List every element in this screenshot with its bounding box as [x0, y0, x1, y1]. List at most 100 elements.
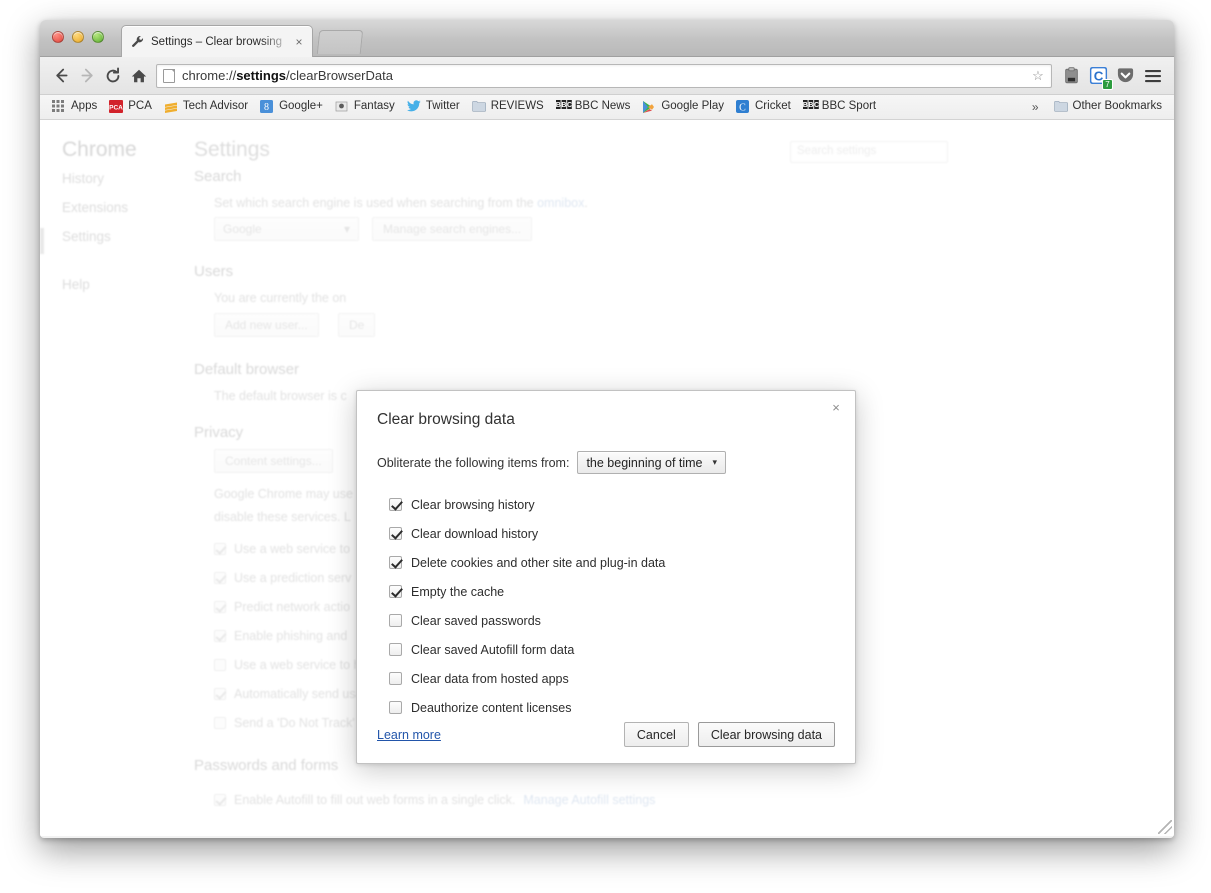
- url-text: chrome://settings/clearBrowserData: [182, 68, 1029, 83]
- chrome-menu-icon[interactable]: [1139, 63, 1166, 89]
- dialog-button-group: Cancel Clear browsing data: [623, 722, 835, 747]
- new-tab-button[interactable]: [316, 30, 364, 54]
- close-icon[interactable]: ×: [828, 400, 844, 416]
- clear-browsing-data-dialog: × Clear browsing data Obliterate the fol…: [356, 390, 856, 764]
- bookmark-pca[interactable]: PCA PCA: [103, 98, 158, 116]
- pca-icon: PCA: [109, 100, 123, 114]
- clipboard-icon[interactable]: [1058, 63, 1085, 89]
- tab-strip: Settings – Clear browsing ×: [40, 20, 1174, 57]
- twitter-icon: [406, 100, 421, 114]
- option-label: Clear saved passwords: [411, 613, 541, 628]
- checkbox-icon[interactable]: [389, 498, 402, 511]
- bookmark-tech-advisor[interactable]: Tech Advisor: [158, 98, 254, 116]
- techadvisor-icon: [164, 100, 178, 114]
- svg-text:C: C: [739, 102, 746, 113]
- bookmark-label: REVIEWS: [490, 100, 544, 113]
- pocket-icon[interactable]: [1112, 63, 1139, 89]
- checkbox-icon[interactable]: [389, 585, 402, 598]
- browser-tab[interactable]: Settings – Clear browsing ×: [121, 25, 313, 57]
- desktop-backdrop: Settings – Clear browsing × chrome://set…: [0, 0, 1211, 893]
- window-resize-grip[interactable]: [1158, 820, 1172, 834]
- reload-button[interactable]: [100, 63, 126, 89]
- bookmark-fantasy[interactable]: Fantasy: [329, 98, 401, 116]
- bookmark-label: Google+: [279, 100, 323, 113]
- bookmark-google-plus[interactable]: 8 Google+: [254, 98, 329, 116]
- googleplus-icon: 8: [260, 100, 274, 114]
- fantasy-icon: [335, 100, 349, 114]
- checkbox-icon[interactable]: [389, 527, 402, 540]
- bookmark-bbc-news[interactable]: B B C BBC News: [550, 98, 637, 116]
- option-label: Empty the cache: [411, 584, 505, 599]
- page-document-icon: [163, 68, 175, 83]
- time-period-label: Obliterate the following items from:: [377, 455, 570, 470]
- time-period-row: Obliterate the following items from: the…: [377, 451, 833, 474]
- dialog-title: Clear browsing data: [377, 411, 515, 428]
- option-label: Clear browsing history: [411, 497, 535, 512]
- svg-text:PCA: PCA: [109, 105, 123, 112]
- bookmark-label: Tech Advisor: [182, 100, 249, 113]
- bookmark-cricket[interactable]: C Cricket: [730, 98, 797, 116]
- option-clear-autofill-form-data[interactable]: Clear saved Autofill form data: [377, 635, 833, 664]
- checkbox-icon[interactable]: [389, 614, 402, 627]
- bookmark-reviews[interactable]: REVIEWS: [466, 98, 550, 116]
- apps-grid-icon: [52, 100, 66, 114]
- bbc-icon: B B C: [803, 100, 819, 114]
- checkbox-icon[interactable]: [389, 701, 402, 714]
- option-clear-saved-passwords[interactable]: Clear saved passwords: [377, 606, 833, 635]
- back-button[interactable]: [48, 63, 74, 89]
- chrome-extension-c-icon[interactable]: C 7: [1085, 63, 1113, 90]
- bookmark-google-play[interactable]: Google Play: [636, 98, 730, 116]
- time-period-value: the beginning of time: [586, 455, 703, 470]
- option-clear-hosted-apps-data[interactable]: Clear data from hosted apps: [377, 664, 833, 693]
- bookmark-bbc-sport[interactable]: B B C BBC Sport: [797, 98, 882, 116]
- bookmarks-overflow-icon[interactable]: »: [1023, 100, 1048, 114]
- home-button[interactable]: [126, 63, 152, 89]
- cancel-button[interactable]: Cancel: [623, 722, 689, 747]
- cricket-c-icon: C: [736, 100, 750, 114]
- bookmark-label: BBC Sport: [821, 100, 877, 113]
- close-icon[interactable]: ×: [292, 35, 306, 49]
- close-window-button[interactable]: [52, 31, 64, 43]
- zoom-window-button[interactable]: [92, 31, 104, 43]
- url-bold: settings: [236, 68, 287, 83]
- option-label: Deauthorize content licenses: [411, 700, 572, 715]
- bookmark-apps[interactable]: Apps: [46, 98, 103, 116]
- folder-icon: [471, 100, 486, 114]
- bookmark-other-bookmarks[interactable]: Other Bookmarks: [1048, 98, 1168, 116]
- svg-text:B: B: [556, 102, 561, 109]
- bookmark-label: Twitter: [425, 100, 460, 113]
- option-clear-browsing-history[interactable]: Clear browsing history: [377, 490, 833, 519]
- bookmark-label: BBC News: [574, 100, 631, 113]
- bookmark-label: Cricket: [755, 100, 791, 113]
- bookmark-star-icon[interactable]: ☆: [1029, 68, 1047, 84]
- option-delete-cookies[interactable]: Delete cookies and other site and plug-i…: [377, 548, 833, 577]
- learn-more-link[interactable]: Learn more: [377, 728, 441, 742]
- option-label: Delete cookies and other site and plug-i…: [411, 555, 666, 570]
- svg-text:B: B: [808, 102, 813, 109]
- checkbox-icon[interactable]: [389, 643, 402, 656]
- option-label: Clear data from hosted apps: [411, 671, 569, 686]
- svg-text:C: C: [567, 102, 572, 109]
- checkbox-icon[interactable]: [389, 672, 402, 685]
- window-controls[interactable]: [52, 31, 104, 43]
- svg-text:C: C: [814, 102, 819, 109]
- tab-title: Settings – Clear browsing: [151, 35, 283, 48]
- bookmark-label: Google Play: [661, 100, 724, 113]
- bookmark-twitter[interactable]: Twitter: [401, 98, 466, 116]
- option-deauthorize-content-licenses[interactable]: Deauthorize content licenses: [377, 693, 833, 722]
- bbc-icon: B B C: [556, 100, 572, 114]
- clear-browsing-data-button[interactable]: Clear browsing data: [697, 722, 835, 747]
- svg-text:B: B: [561, 102, 566, 109]
- checkbox-icon[interactable]: [389, 556, 402, 569]
- option-empty-cache[interactable]: Empty the cache: [377, 577, 833, 606]
- option-clear-download-history[interactable]: Clear download history: [377, 519, 833, 548]
- wrench-icon: [131, 35, 145, 49]
- url-prefix: chrome://: [182, 68, 237, 83]
- minimize-window-button[interactable]: [72, 31, 84, 43]
- forward-button[interactable]: [74, 63, 100, 89]
- bookmark-label: Fantasy: [353, 100, 395, 113]
- time-period-select[interactable]: the beginning of time ▾: [577, 451, 727, 474]
- folder-icon: [1053, 100, 1068, 114]
- address-bar[interactable]: chrome://settings/clearBrowserData ☆: [156, 63, 1052, 88]
- googleplay-icon: [642, 100, 656, 114]
